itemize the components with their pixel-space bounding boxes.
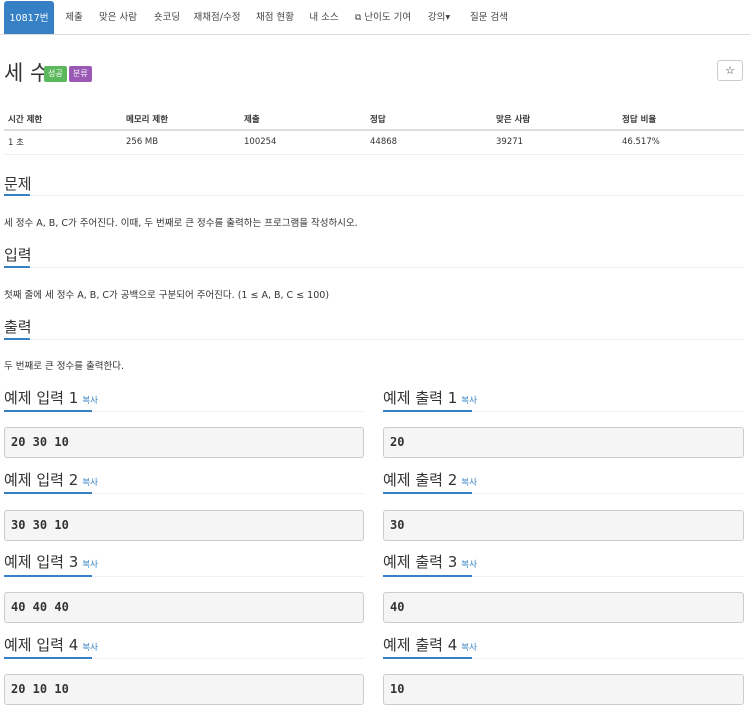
sample-input-label: 예제 입력 1 [4,389,79,407]
sample-output-title: 예제 출력 3 복사 [383,551,477,572]
section-divider [4,267,744,268]
external-link-icon: ⧉ [354,13,362,23]
section-underline [383,575,472,577]
memory-limit-value: 256 MB [122,130,240,155]
copy-button[interactable]: 복사 [461,396,477,406]
section-underline [4,338,30,340]
sample-input-title: 예제 입력 2 복사 [4,469,98,490]
star-icon: ☆ [725,64,735,77]
header-accept-ratio: 정답 비율 [618,108,744,131]
sample-output-box[interactable]: 10 [383,674,744,705]
output-description: 두 번째로 큰 정수를 출력한다. [4,361,124,372]
tab-problem[interactable]: 10817번 [4,1,54,34]
sample-output-label: 예제 출력 1 [383,389,458,407]
header-accepted-users: 맞은 사람 [492,108,618,131]
header-accepted: 정답 [366,108,492,131]
copy-button[interactable]: 복사 [82,643,98,653]
sample-input-box[interactable]: 30 30 10 [4,510,364,541]
sample-output-title: 예제 출력 4 복사 [383,634,477,655]
submissions-value[interactable]: 100254 [240,130,366,155]
header-memory-limit: 메모리 제한 [122,108,240,131]
copy-button[interactable]: 복사 [82,560,98,570]
copy-button[interactable]: 복사 [82,478,98,488]
copy-button[interactable]: 복사 [461,643,477,653]
tab-my-source[interactable]: 내 소스 [308,0,340,34]
problem-info-table: 시간 제한 메모리 제한 제출 정답 맞은 사람 정답 비율 1 초 256 M… [4,108,744,155]
tab-short-coding[interactable]: 숏코딩 [149,0,185,34]
accept-ratio-value: 46.517% [618,130,744,155]
sample-input-box[interactable]: 20 30 10 [4,427,364,458]
header-submissions: 제출 [240,108,366,131]
table-header-row: 시간 제한 메모리 제한 제출 정답 맞은 사람 정답 비율 [4,108,744,131]
sample-output-box[interactable]: 40 [383,592,744,623]
section-underline [4,657,92,659]
tab-question-search[interactable]: 질문 검색 [467,0,511,34]
tab-difficulty-label: 난이도 기여 [364,12,412,23]
section-underline [4,266,30,268]
sample-output-box[interactable]: 30 [383,510,744,541]
tab-accepted-users[interactable]: 맞은 사람 [96,0,140,34]
time-limit-value: 1 초 [4,130,122,155]
section-underline [4,492,92,494]
sample-output-title: 예제 출력 1 복사 [383,387,477,408]
success-badge: 성공 [44,66,67,82]
sample-input-label: 예제 입력 4 [4,636,79,654]
sample-output-label: 예제 출력 2 [383,471,458,489]
header-time-limit: 시간 제한 [4,108,122,131]
sample-output-box[interactable]: 20 [383,427,744,458]
accepted-value[interactable]: 44868 [366,130,492,155]
problem-description: 세 정수 A, B, C가 주어진다. 이때, 두 번째로 큰 정수를 출력하는… [4,218,358,229]
category-badge[interactable]: 분류 [69,66,92,82]
section-underline [383,492,472,494]
sample-input-title: 예제 입력 3 복사 [4,551,98,572]
copy-button[interactable]: 복사 [461,478,477,488]
section-divider [4,195,744,196]
sample-input-box[interactable]: 40 40 40 [4,592,364,623]
input-section-title: 입력 [4,246,32,264]
section-underline [383,410,472,412]
problem-title: 세 수 [4,61,50,85]
problem-tab-bar: 10817번 제출 맞은 사람 숏코딩 재채점/수정 채점 현황 내 소스 ⧉ … [0,0,750,35]
input-description: 첫째 줄에 세 정수 A, B, C가 공백으로 구분되어 주어진다. (1 ≤… [4,290,330,301]
sample-input-label: 예제 입력 3 [4,553,79,571]
tab-difficulty-contribution[interactable]: ⧉ 난이도 기여 [353,0,413,34]
sample-input-label: 예제 입력 2 [4,471,79,489]
section-divider [4,339,744,340]
section-underline [4,410,92,412]
section-underline [4,194,30,196]
sample-output-label: 예제 출력 4 [383,636,458,654]
sample-output-label: 예제 출력 3 [383,553,458,571]
section-underline [4,575,92,577]
copy-button[interactable]: 복사 [461,560,477,570]
tab-status[interactable]: 채점 현황 [252,0,298,34]
output-section-title: 출력 [4,318,32,336]
sample-output-title: 예제 출력 2 복사 [383,469,477,490]
sample-input-box[interactable]: 20 10 10 [4,674,364,705]
tab-rejudge[interactable]: 재채점/수정 [192,0,242,34]
star-button[interactable]: ☆ [717,60,743,81]
problem-section-title: 문제 [4,175,32,193]
copy-button[interactable]: 복사 [82,396,98,406]
section-underline [383,657,472,659]
sample-input-title: 예제 입력 4 복사 [4,634,98,655]
tab-submit[interactable]: 제출 [60,0,88,34]
sample-input-title: 예제 입력 1 복사 [4,387,98,408]
accepted-users-value[interactable]: 39271 [492,130,618,155]
table-row: 1 초 256 MB 100254 44868 39271 46.517% [4,130,744,155]
tab-lecture[interactable]: 강의▾ [423,0,455,34]
